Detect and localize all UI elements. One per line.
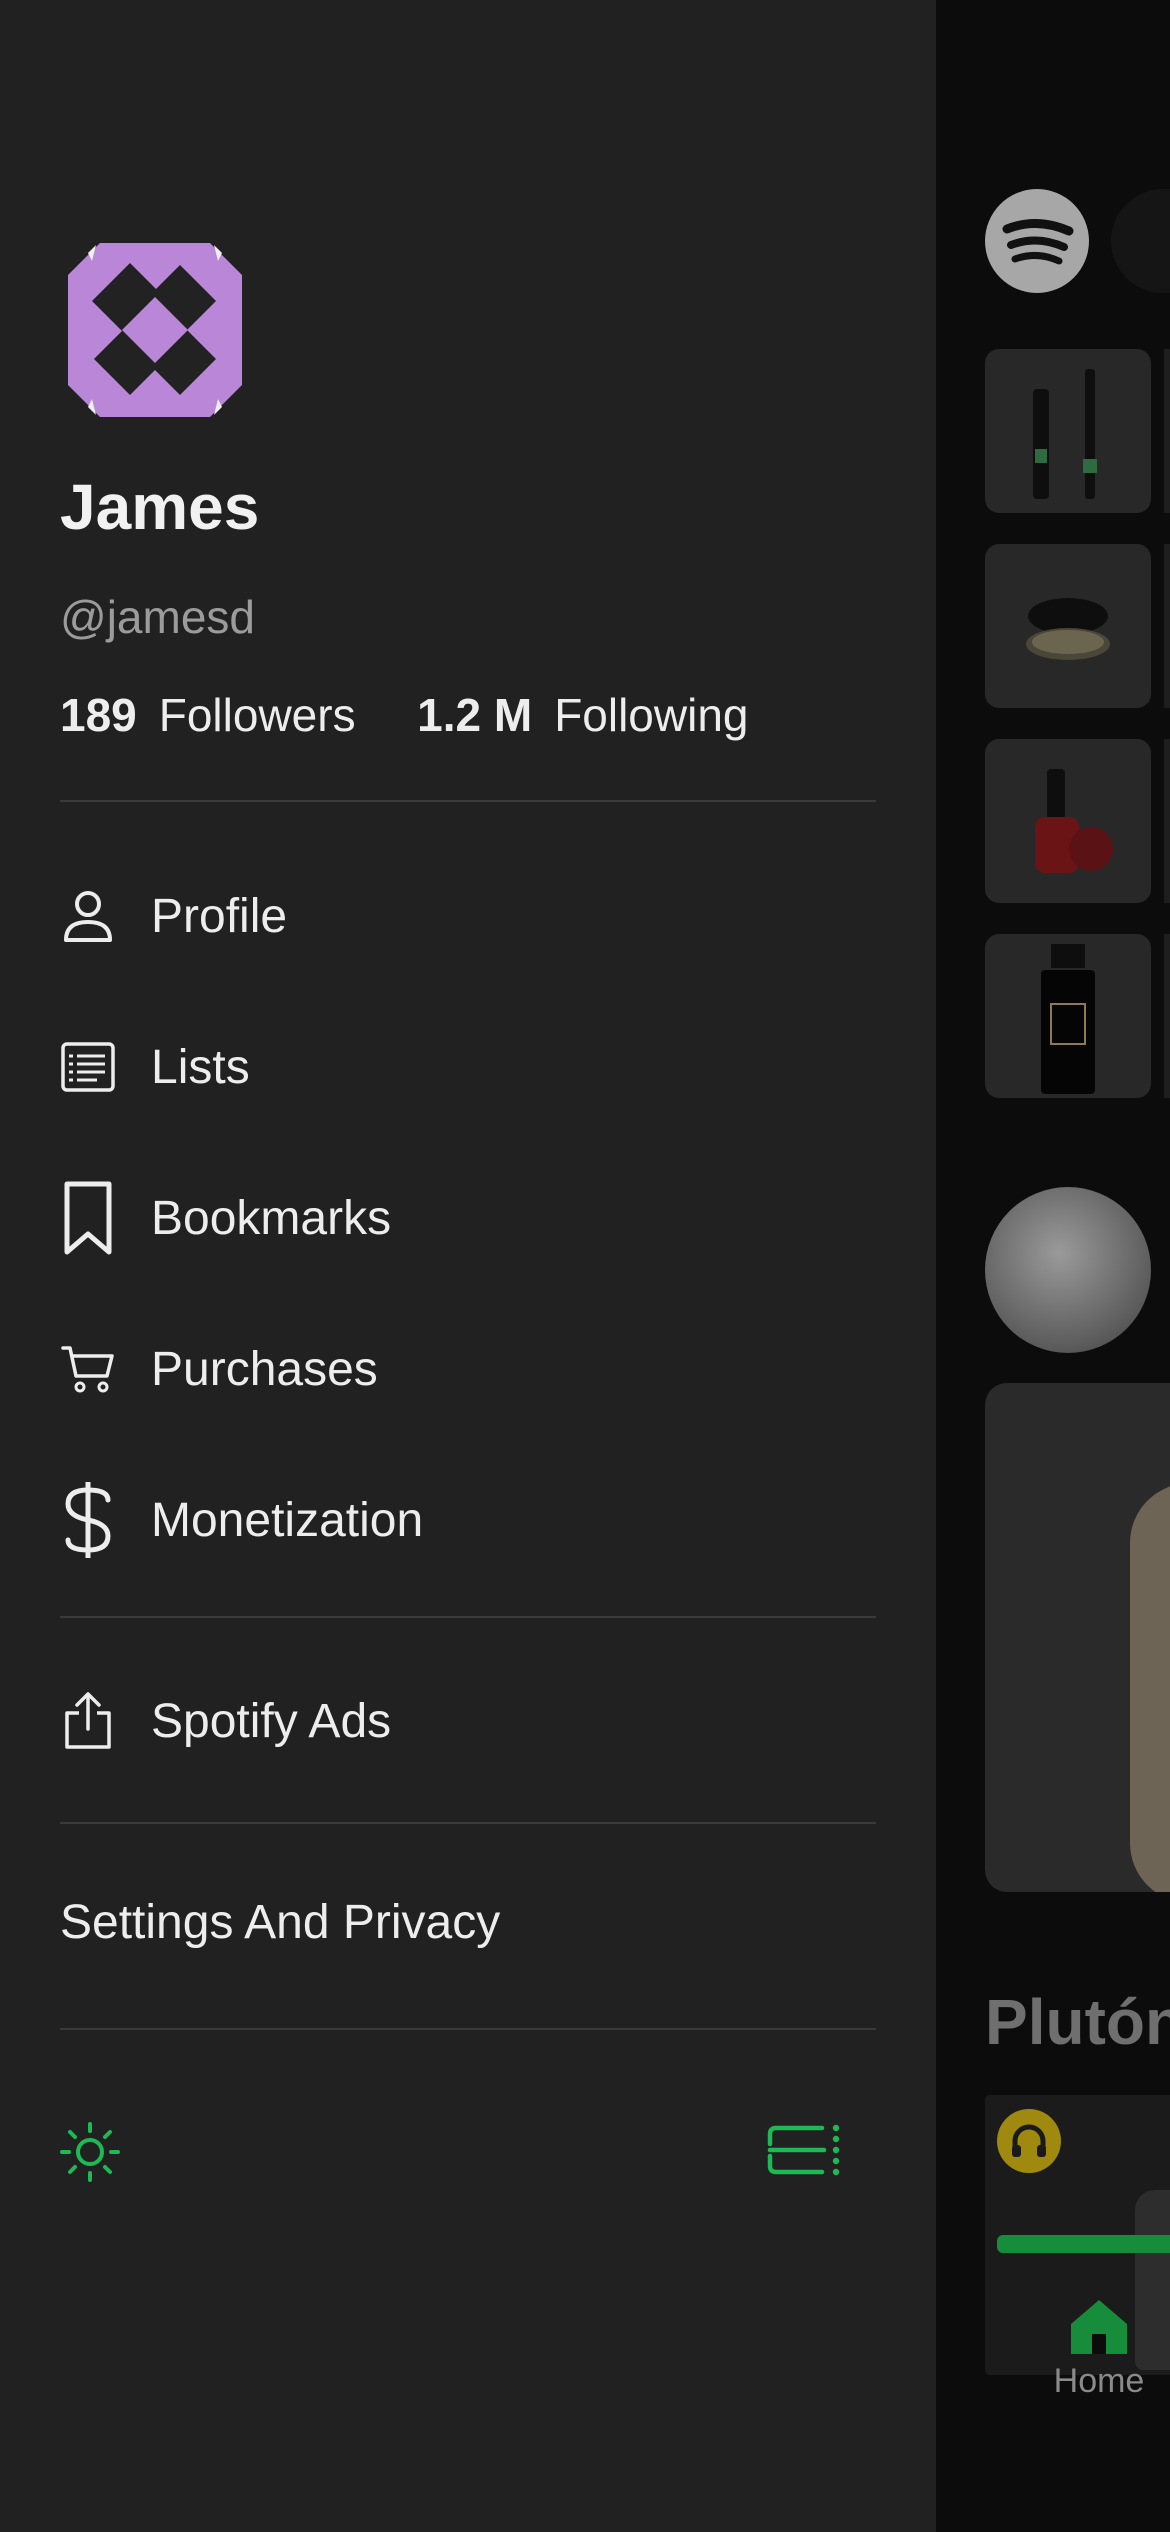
divider [60, 800, 876, 802]
background-card-image [1130, 1483, 1170, 1892]
following-count: 1.2 M [417, 689, 533, 741]
following-label: Following [554, 689, 749, 741]
following-link[interactable]: 1.2 M Following [404, 689, 748, 741]
background-feature-card [985, 1383, 1170, 1892]
headphones-icon [997, 2109, 1061, 2173]
list-icon [60, 1027, 116, 1107]
sun-icon[interactable] [58, 2120, 122, 2184]
menu-item-label: Lists [151, 1040, 250, 1094]
product-tile-mascara [985, 349, 1151, 513]
background-app[interactable]: Plutón Home [936, 0, 1170, 2532]
background-round-image [985, 1187, 1151, 1353]
user-handle: @jamesd [60, 591, 255, 643]
menu-item-purchases[interactable]: Purchases [60, 1319, 876, 1419]
bookmark-icon [60, 1178, 116, 1258]
background-tile-edge [1164, 349, 1170, 513]
product-tile-nail-polish [985, 739, 1151, 903]
avatar[interactable] [60, 235, 250, 425]
background-tile-edge [1164, 934, 1170, 1098]
tab-home-label: Home [1053, 2362, 1145, 2400]
dollar-icon [60, 1480, 116, 1560]
menu-item-bookmarks[interactable]: Bookmarks [60, 1168, 876, 1268]
background-tile-edge [1164, 544, 1170, 708]
menu-item-label: Spotify Ads [151, 1694, 392, 1748]
background-tile-edge [1164, 739, 1170, 903]
divider [60, 1822, 876, 1824]
person-icon [60, 876, 116, 956]
home-icon [1071, 2300, 1127, 2354]
menu-item-spotify-ads[interactable]: Spotify Ads [60, 1671, 876, 1771]
menu-item-lists[interactable]: Lists [60, 1017, 876, 1117]
user-name: James [60, 471, 260, 543]
divider [60, 1616, 876, 1618]
followers-link[interactable]: 189 Followers [60, 689, 368, 741]
product-tile-perfume [985, 934, 1151, 1098]
menu-item-monetization[interactable]: Monetization [60, 1470, 876, 1570]
followers-label: Followers [158, 689, 356, 741]
product-tile-compact [985, 544, 1151, 708]
share-icon [60, 1681, 116, 1761]
spotify-logo-icon [985, 189, 1089, 293]
followers-count: 189 [60, 689, 137, 741]
follow-stats: 189 Followers 1.2 M Following [60, 688, 749, 742]
screen: Plutón Home James @jamesd 189 Followers … [0, 0, 1170, 2532]
background-section-title: Plutón [985, 1986, 1170, 2058]
tab-home[interactable]: Home [976, 2290, 1170, 2420]
background-promo-bar [997, 2235, 1170, 2253]
menu-item-profile[interactable]: Profile [60, 866, 876, 966]
background-search-pill [1111, 189, 1170, 293]
side-drawer: James @jamesd 189 Followers 1.2 M Followin… [0, 0, 936, 2532]
menu-item-label: Profile [151, 889, 288, 943]
menu-item-label: Bookmarks [151, 1191, 392, 1245]
qr-scan-icon[interactable] [766, 2118, 842, 2182]
menu-item-label: Purchases [151, 1342, 378, 1396]
divider [60, 2028, 876, 2030]
menu-item-label: Monetization [151, 1493, 424, 1547]
cart-icon [60, 1329, 116, 1409]
settings-and-privacy-link[interactable]: Settings And Privacy [60, 1895, 500, 1950]
